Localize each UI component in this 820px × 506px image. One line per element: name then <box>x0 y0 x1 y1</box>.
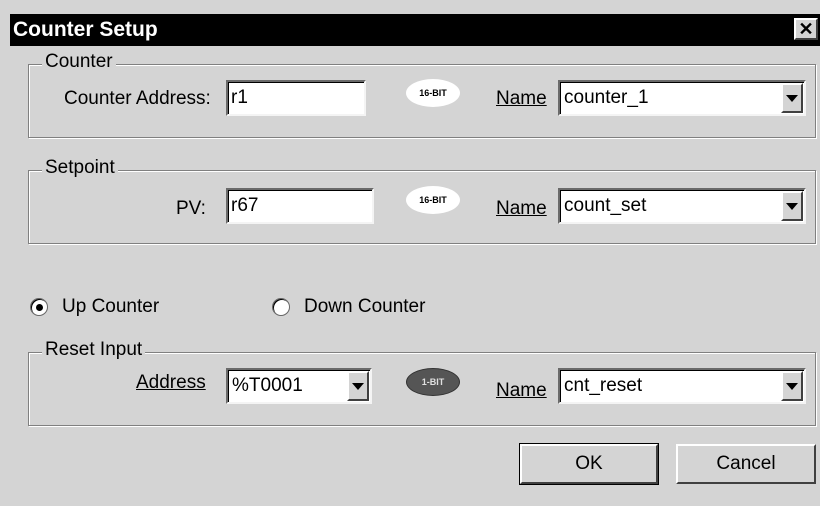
title-bar: Counter Setup ✕ <box>10 14 820 46</box>
16-bit-badge-icon: 16-BIT <box>406 186 460 214</box>
dialog-title: Counter Setup <box>13 18 158 41</box>
cancel-button[interactable]: Cancel <box>676 444 816 484</box>
setpoint-group-title: Setpoint <box>42 158 118 178</box>
down-counter-label[interactable]: Down Counter <box>304 296 425 318</box>
ok-button[interactable]: OK <box>519 443 659 485</box>
reset-input-group-title: Reset Input <box>42 340 146 360</box>
close-icon: ✕ <box>798 19 814 39</box>
16-bit-badge-icon: 16-BIT <box>406 79 460 107</box>
chevron-down-icon[interactable] <box>781 191 803 221</box>
counter-setup-dialog: Counter Setup ✕ Counter Counter Address:… <box>0 0 820 506</box>
pv-label: PV: <box>176 198 206 219</box>
reset-address-value: %T0001 <box>232 375 303 396</box>
reset-name-combo[interactable]: cnt_reset <box>558 368 806 404</box>
up-counter-label[interactable]: Up Counter <box>62 296 159 318</box>
chevron-down-icon[interactable] <box>781 371 803 401</box>
reset-address-combo[interactable]: %T0001 <box>226 368 372 404</box>
chevron-down-icon[interactable] <box>347 371 369 401</box>
close-button[interactable]: ✕ <box>794 18 818 40</box>
pv-input[interactable]: r67 <box>226 188 374 224</box>
up-counter-radio[interactable] <box>30 298 48 316</box>
counter-address-label: Counter Address: <box>64 88 211 109</box>
counter-name-combo[interactable]: counter_1 <box>558 80 806 116</box>
down-counter-radio[interactable] <box>272 298 290 316</box>
setpoint-name-value: count_set <box>564 195 647 216</box>
1-bit-badge-icon: 1-BIT <box>406 368 460 396</box>
chevron-down-icon[interactable] <box>781 83 803 113</box>
setpoint-name-combo[interactable]: count_set <box>558 188 806 224</box>
reset-name-label: Name <box>496 380 547 401</box>
counter-name-label: Name <box>496 88 547 109</box>
reset-name-value: cnt_reset <box>564 375 643 396</box>
counter-group-title: Counter <box>42 52 116 72</box>
counter-name-value: counter_1 <box>564 87 649 108</box>
setpoint-name-label: Name <box>496 198 547 219</box>
reset-address-label: Address <box>136 372 206 393</box>
counter-address-input[interactable]: r1 <box>226 80 366 116</box>
